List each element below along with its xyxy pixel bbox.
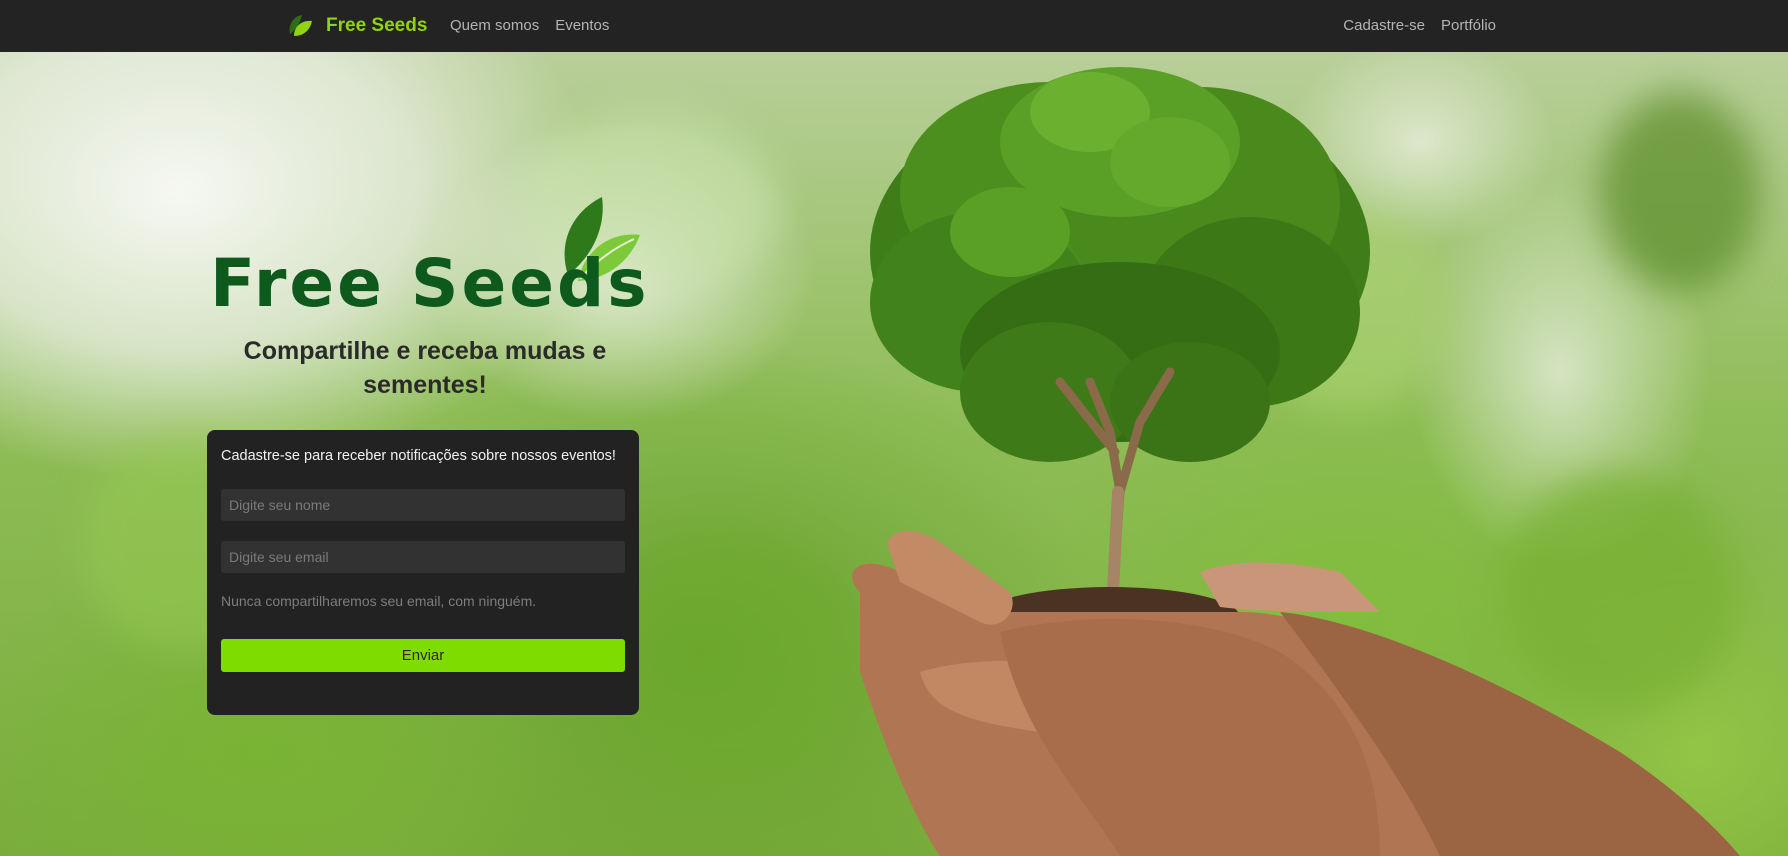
nav-link-quem-somos[interactable]: Quem somos [450,17,539,34]
nav-right: Cadastre-se Portfólio [1343,17,1496,34]
leaf-icon [289,15,312,36]
submit-button[interactable]: Enviar [221,639,625,672]
nav-link-eventos[interactable]: Eventos [555,17,609,34]
nav-link-cadastre-se[interactable]: Cadastre-se [1343,17,1425,34]
email-field[interactable] [221,541,625,573]
tagline: Compartilhe e receba mudas e sementes! [243,337,607,399]
nav-left: Quem somos Eventos [450,17,609,34]
nav-link-portfolio[interactable]: Portfólio [1441,17,1496,34]
name-field[interactable] [221,489,625,521]
navbar: Free Seeds Quem somos Eventos Cadastre-s… [0,0,1788,52]
logo-text: Free Seeds [210,245,650,322]
hero-logo: Free Seeds [210,195,647,325]
signup-title: Cadastre-se para receber notificações so… [221,448,616,464]
hands-holding-tree-image [852,67,1740,856]
brand[interactable]: Free Seeds [286,12,427,40]
brand-name: Free Seeds [326,15,428,36]
signup-card: Cadastre-se para receber notificações so… [207,430,639,715]
email-hint: Nunca compartilharemos seu email, com ni… [221,593,537,609]
